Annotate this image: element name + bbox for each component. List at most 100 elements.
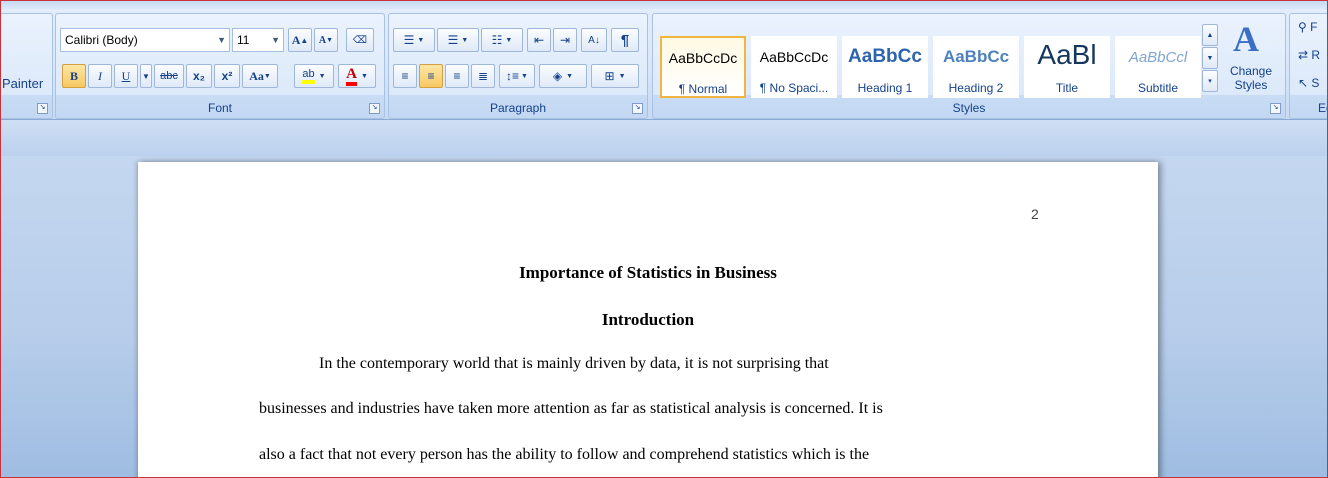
chevron-down-icon: ▼ bbox=[142, 71, 150, 81]
style-no-spacing[interactable]: AaBbCcDc ¶ No Spaci... bbox=[751, 36, 837, 98]
document-line[interactable]: In the contemporary world that is mainly… bbox=[319, 355, 829, 373]
style-no-spacing-name: ¶ No Spaci... bbox=[759, 81, 829, 95]
replace-label: R bbox=[1311, 48, 1321, 62]
bold-icon: B bbox=[69, 68, 78, 83]
style-heading-1[interactable]: AaBbCc Heading 1 bbox=[842, 36, 928, 98]
replace-icon: ⇄ bbox=[1298, 48, 1309, 62]
paragraph-group-label: Paragraph bbox=[489, 101, 547, 115]
strikethrough-button[interactable]: abc bbox=[154, 64, 184, 88]
style-title-sample: AaBl bbox=[1037, 39, 1097, 70]
underline-button[interactable]: U bbox=[114, 64, 138, 88]
change-styles-button[interactable]: A Change Styles bbox=[1223, 18, 1279, 98]
style-subtitle[interactable]: AaBbCcl Subtitle bbox=[1115, 36, 1201, 98]
justify-button[interactable]: ≣ bbox=[471, 64, 495, 88]
font-color-icon: A bbox=[346, 66, 357, 86]
find-button[interactable]: ⚲ F bbox=[1298, 20, 1317, 34]
align-right-button[interactable]: ≡ bbox=[445, 64, 469, 88]
font-family-combo[interactable]: Calibri (Body) ▼ bbox=[60, 28, 230, 52]
border-grid-icon: ⊞ bbox=[604, 69, 615, 83]
replace-button[interactable]: ⇄ R bbox=[1298, 48, 1320, 62]
more-icon: ▾ bbox=[1208, 78, 1212, 85]
style-title[interactable]: AaBl Title bbox=[1024, 36, 1110, 98]
pilcrow-icon: ¶ bbox=[620, 31, 630, 49]
format-painter-label[interactable]: Painter bbox=[2, 76, 43, 91]
decrease-indent-button[interactable]: ⇤ bbox=[527, 28, 551, 52]
workspace-top-band bbox=[1, 120, 1327, 156]
grow-font-button[interactable]: A ▲ bbox=[288, 28, 312, 52]
document-line[interactable]: also a fact that not every person has th… bbox=[259, 446, 869, 464]
document-heading[interactable]: Introduction bbox=[138, 310, 1158, 330]
numbering-button[interactable]: ☰ ▼ bbox=[437, 28, 479, 52]
style-normal-sample: AaBbCcDc bbox=[668, 50, 738, 66]
underline-dropdown[interactable]: ▼ bbox=[140, 64, 152, 88]
font-group: Calibri (Body) ▼ 11 ▼ A ▲ A ▼ ⌫ B I U ▼ ab… bbox=[55, 13, 385, 119]
chevron-up-icon: ▲ bbox=[1206, 31, 1214, 39]
shading-button[interactable]: ◈ ▼ bbox=[539, 64, 587, 88]
decrease-indent-icon: ⇤ bbox=[533, 33, 545, 47]
paint-bucket-icon: ◈ bbox=[552, 69, 563, 83]
highlight-button[interactable]: ab ▼ bbox=[294, 64, 334, 88]
justify-icon: ≣ bbox=[477, 69, 489, 83]
document-title[interactable]: Importance of Statistics in Business bbox=[138, 263, 1158, 283]
ribbon: Painter ↘ Calibri (Body) ▼ 11 ▼ A ▲ A ▼ ⌫ … bbox=[1, 1, 1327, 120]
document-line[interactable]: businesses and industries have taken mor… bbox=[259, 400, 883, 418]
editing-group: ⚲ F ⇄ R ↖ S Ed bbox=[1289, 13, 1327, 119]
shrink-font-icon: A bbox=[318, 34, 327, 46]
style-subtitle-name: Subtitle bbox=[1137, 81, 1179, 95]
sort-button[interactable]: A↓ bbox=[581, 28, 607, 52]
styles-dialog-launcher[interactable]: ↘ bbox=[1270, 103, 1281, 114]
font-size-combo[interactable]: 11 ▼ bbox=[232, 28, 284, 52]
editing-group-label: Ed bbox=[1318, 101, 1327, 115]
styles-group: AaBbCcDc ¶ Normal AaBbCcDc ¶ No Spaci...… bbox=[652, 13, 1286, 119]
increase-indent-button[interactable]: ⇥ bbox=[553, 28, 577, 52]
increase-indent-icon: ⇥ bbox=[559, 33, 571, 47]
chevron-down-icon: ▼ bbox=[1206, 54, 1214, 62]
font-color-button[interactable]: A ▼ bbox=[338, 64, 376, 88]
style-title-name: Title bbox=[1055, 81, 1079, 95]
align-left-button[interactable]: ≡ bbox=[393, 64, 417, 88]
multilevel-list-button[interactable]: ☷ ▼ bbox=[481, 28, 523, 52]
font-family-value: Calibri (Body) bbox=[65, 33, 138, 47]
change-styles-label: Change Styles bbox=[1229, 64, 1273, 92]
paragraph-group: ☰ ▼ ☰ ▼ ☷ ▼ ⇤ ⇥ A↓ ¶ ≡ ≡ ≡ ≣ ↕≡ ▼ ◈ ▼ ⊞ ▼ Para… bbox=[388, 13, 648, 119]
styles-scroll-down[interactable]: ▼ bbox=[1202, 47, 1218, 69]
style-normal[interactable]: AaBbCcDc ¶ Normal bbox=[660, 36, 746, 98]
font-dialog-launcher[interactable]: ↘ bbox=[369, 103, 380, 114]
font-family-dropdown-icon[interactable]: ▼ bbox=[217, 29, 226, 51]
highlighter-icon: ab bbox=[302, 68, 315, 84]
style-no-spacing-sample: AaBbCcDc bbox=[759, 49, 829, 65]
style-heading-2[interactable]: AaBbCc Heading 2 bbox=[933, 36, 1019, 98]
bold-button[interactable]: B bbox=[62, 64, 86, 88]
grow-font-icon: A bbox=[291, 32, 301, 47]
paragraph-dialog-launcher[interactable]: ↘ bbox=[632, 103, 643, 114]
clipboard-dialog-launcher[interactable]: ↘ bbox=[37, 103, 48, 114]
superscript-button[interactable]: x² bbox=[214, 64, 240, 88]
clear-formatting-button[interactable]: ⌫ bbox=[346, 28, 374, 52]
superscript-icon: x² bbox=[221, 69, 233, 83]
styles-more-button[interactable]: ▾ bbox=[1202, 70, 1218, 92]
find-label: F bbox=[1310, 20, 1318, 34]
document-page[interactable]: 2 Importance of Statistics in Business I… bbox=[138, 162, 1158, 477]
style-heading-2-sample: AaBbCc bbox=[942, 47, 1010, 66]
style-heading-1-name: Heading 1 bbox=[857, 81, 913, 95]
shrink-font-button[interactable]: A ▼ bbox=[314, 28, 338, 52]
change-case-button[interactable]: Aa ▼ bbox=[242, 64, 278, 88]
align-center-icon: ≡ bbox=[427, 69, 435, 83]
font-group-label: Font bbox=[207, 101, 232, 115]
eraser-icon: ⌫ bbox=[352, 34, 368, 46]
bullet-list-icon: ☰ bbox=[403, 33, 415, 47]
italic-button[interactable]: I bbox=[88, 64, 112, 88]
subscript-button[interactable]: x₂ bbox=[186, 64, 212, 88]
line-spacing-button[interactable]: ↕≡ ▼ bbox=[499, 64, 535, 88]
page-number: 2 bbox=[1031, 206, 1039, 222]
borders-button[interactable]: ⊞ ▼ bbox=[591, 64, 639, 88]
change-styles-icon: A bbox=[1233, 19, 1259, 59]
bullets-button[interactable]: ☰ ▼ bbox=[393, 28, 435, 52]
font-size-dropdown-icon[interactable]: ▼ bbox=[271, 29, 280, 51]
styles-scroll-up[interactable]: ▲ bbox=[1202, 24, 1218, 46]
font-size-value: 11 bbox=[237, 33, 250, 47]
numbered-list-icon: ☰ bbox=[447, 33, 459, 47]
align-center-button[interactable]: ≡ bbox=[419, 64, 443, 88]
show-hide-button[interactable]: ¶ bbox=[611, 28, 639, 52]
select-button[interactable]: ↖ S bbox=[1298, 76, 1319, 90]
